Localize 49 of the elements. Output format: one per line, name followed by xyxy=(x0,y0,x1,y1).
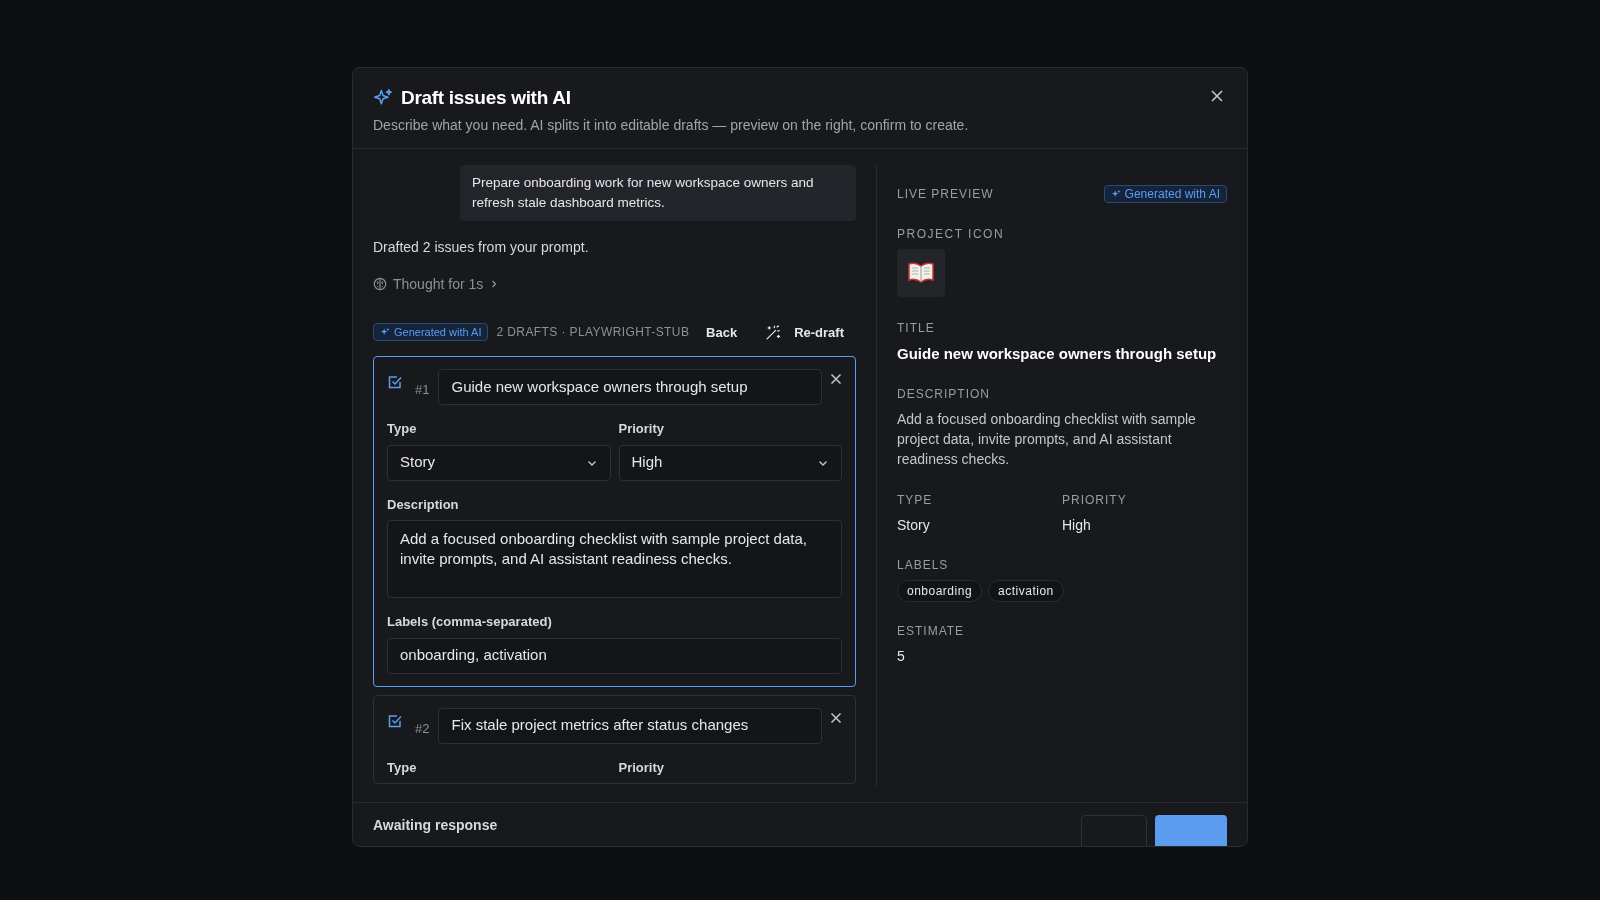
status-text: Awaiting response xyxy=(373,816,498,835)
title-field[interactable]: Guide new workspace owners through setup xyxy=(438,369,822,405)
dialog-subtitle: Describe what you need. AI splits it into editable drafts — preview on the right, confirm to create. xyxy=(373,115,970,135)
magic-wand-icon xyxy=(765,323,783,341)
draft-number: #2 xyxy=(415,719,430,738)
dialog-title: Draft issues with AI xyxy=(401,86,571,110)
field-label: Type xyxy=(387,420,418,438)
field-label: TITLE xyxy=(897,319,936,337)
preview-title: Guide new workspace owners through setup xyxy=(897,343,1218,364)
field-label: PROJECT ICON xyxy=(897,225,1006,243)
preview-priority: High xyxy=(1062,516,1092,535)
remove-icon[interactable] xyxy=(830,711,842,724)
checkbox[interactable] xyxy=(387,374,403,390)
draft-card[interactable]: #2 Fix stale project metrics after status changes Type Priority xyxy=(373,694,856,784)
field-label: ESTIMATE xyxy=(897,623,966,640)
preview-estimate: 5 xyxy=(897,647,906,666)
ai-badge: Generated with AI xyxy=(1103,184,1227,203)
preview-type: Story xyxy=(897,516,931,535)
ai-badge: Generated with AI xyxy=(373,323,489,342)
field-label: Type xyxy=(387,758,418,777)
checkbox[interactable] xyxy=(387,712,403,729)
reply-text: Drafted 2 issues from your prompt. xyxy=(373,237,590,257)
redraft-button[interactable]: Re-draft xyxy=(765,322,844,342)
field-label: Labels (comma-separated) xyxy=(387,613,553,631)
remove-icon[interactable] xyxy=(830,373,842,385)
back-button[interactable]: Back xyxy=(706,322,738,342)
project-icon xyxy=(897,248,945,297)
prompt-bubble: Prepare onboarding work for new workspace owners and refresh stale dashboard metrics. xyxy=(460,164,856,221)
label-chip: activation xyxy=(988,580,1064,602)
select-field[interactable]: High xyxy=(618,444,842,481)
labels-field[interactable]: onboarding, activation xyxy=(387,637,842,674)
field-label: Priority xyxy=(618,758,665,777)
label-chip: onboarding xyxy=(897,580,983,602)
field-label: LABELS xyxy=(897,557,950,574)
draft-number: #1 xyxy=(415,381,430,399)
draft-summary: 2 DRAFTS · PLAYWRIGHT-STUB xyxy=(496,324,690,342)
field-label: TYPE xyxy=(897,492,934,509)
section-label: LIVE PREVIEW xyxy=(897,185,994,203)
description-field[interactable]: Add a focused onboarding checklist with sample project data, invite prompts, and AI assistant readiness checks. xyxy=(387,520,842,598)
field-label: PRIORITY xyxy=(1062,492,1128,509)
thought-toggle[interactable]: Thought for 1s xyxy=(373,273,500,295)
select-field[interactable]: Story xyxy=(387,444,611,481)
brain-icon xyxy=(373,277,387,291)
title-field[interactable]: Fix stale project metrics after status changes xyxy=(438,707,822,744)
field-label: Priority xyxy=(618,420,665,438)
field-label: DESCRIPTION xyxy=(897,386,991,403)
draft-card[interactable] xyxy=(373,356,856,687)
preview-description: Add a focused onboarding checklist with sample project data, invite prompts, and AI assistant readiness checks. xyxy=(897,410,1197,469)
field-label: Description xyxy=(387,495,460,514)
